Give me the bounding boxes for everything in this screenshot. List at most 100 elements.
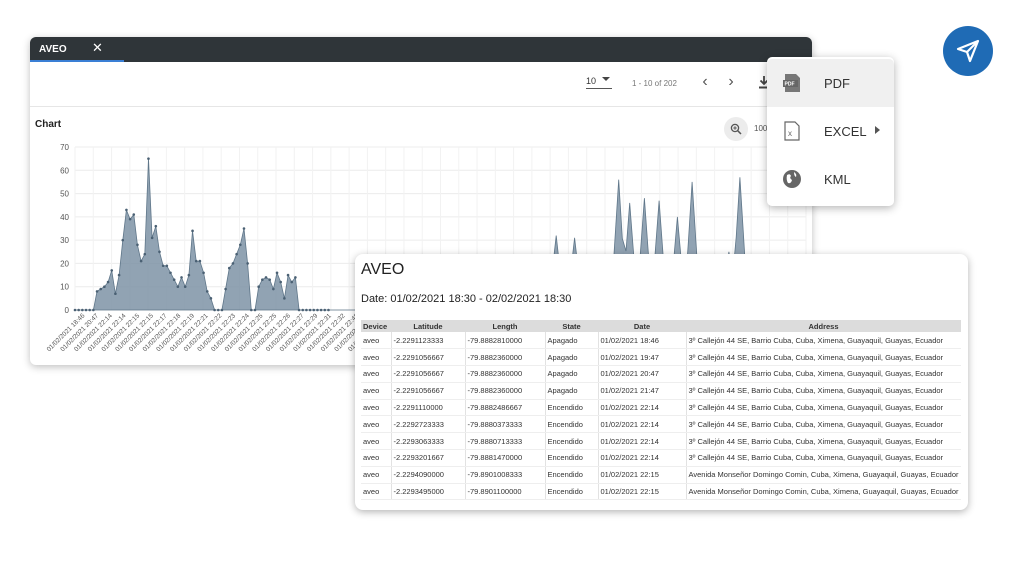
- table-cell: Encendido: [545, 466, 599, 484]
- menu-label-excel: EXCEL: [824, 123, 867, 139]
- table-row: aveo -2.2292723333 -79.8880373333 Encendido…: [361, 415, 961, 434]
- table-header-row: Device Latitude Length State Date Addres…: [361, 320, 961, 332]
- table-cell: 01/02/2021 22:14: [598, 449, 687, 467]
- table-cell: 01/02/2021 22:14: [598, 415, 687, 434]
- data-point: [88, 308, 91, 312]
- data-point: [323, 308, 327, 312]
- data-point: [279, 280, 283, 284]
- table-cell: -79.8882360000: [465, 348, 546, 367]
- table-cell: -2.2293063333: [391, 432, 466, 451]
- table-cell: 3º Callejón 44 SE, Barrio Cuba, Cuba, Xi…: [686, 365, 961, 383]
- data-point: [301, 308, 305, 312]
- data-point: [239, 243, 242, 247]
- zoom-in-icon: [730, 123, 742, 135]
- table-cell: 01/02/2021 22:15: [598, 466, 687, 484]
- globe-icon: [783, 170, 801, 188]
- table-cell: Encendido: [545, 432, 599, 451]
- svg-text:PDF: PDF: [785, 82, 795, 88]
- table-cell: -79.8881470000: [465, 449, 546, 467]
- y-tick-label: 60: [60, 166, 69, 175]
- data-point: [220, 308, 224, 312]
- data-point: [194, 259, 198, 263]
- table-cell: -2.2294090000: [391, 466, 466, 484]
- tab-label: AVEO: [39, 44, 67, 55]
- page-range-label: 1 - 10 of 202: [632, 79, 677, 88]
- data-point: [165, 264, 169, 268]
- table-cell: -79.8882810000: [465, 332, 546, 350]
- data-point: [235, 252, 238, 256]
- data-point: [205, 290, 209, 293]
- send-button[interactable]: [943, 26, 993, 76]
- menu-item-pdf[interactable]: PDF PDF: [767, 59, 894, 107]
- table-row: aveo -2.2291056667 -79.8882360000 Apagado 01…: [361, 365, 961, 383]
- table-cell: aveo: [361, 348, 392, 367]
- table-row: aveo -2.2294090000 -79.8901008333 Encendido…: [361, 466, 961, 484]
- data-point: [216, 308, 220, 312]
- tab-aveo[interactable]: AVEO ✕: [30, 37, 124, 62]
- pagination-toolbar: 10 1 - 10 of 202 ‹ ›: [30, 62, 812, 107]
- table-cell: 3º Callejón 44 SE, Barrio Cuba, Cuba, Xi…: [686, 332, 961, 350]
- data-point: [231, 262, 235, 265]
- menu-item-excel[interactable]: x EXCEL: [767, 107, 894, 155]
- data-point: [224, 287, 227, 291]
- data-point: [253, 308, 257, 312]
- data-point: [187, 273, 191, 277]
- svg-text:x: x: [788, 129, 792, 138]
- table-cell: 01/02/2021 21:47: [598, 382, 687, 400]
- data-point: [246, 262, 249, 265]
- previous-page-button[interactable]: ‹: [696, 73, 714, 91]
- pdf-file-icon: PDF: [783, 74, 800, 92]
- data-point: [198, 259, 202, 263]
- data-point: [114, 292, 117, 295]
- menu-label-pdf: PDF: [824, 75, 850, 91]
- report-title: AVEO: [361, 261, 405, 278]
- table-cell: -2.2293201667: [391, 449, 466, 467]
- table-cell: -2.2291056667: [391, 365, 466, 383]
- data-point: [176, 285, 180, 289]
- submenu-arrow-icon: [875, 126, 880, 134]
- next-page-button[interactable]: ›: [722, 73, 740, 91]
- table-cell: -2.2293495000: [391, 483, 466, 501]
- table-cell: 01/02/2021 19:47: [598, 348, 687, 367]
- table-cell: -79.8882360000: [465, 382, 546, 400]
- table-cell: -79.8901008333: [465, 466, 546, 484]
- data-point: [261, 278, 264, 282]
- data-point: [172, 278, 176, 282]
- data-point: [125, 208, 128, 212]
- table-cell: Avenida Monseñor Domingo Comin, Cuba, Xi…: [686, 483, 961, 501]
- table-cell: 01/02/2021 18:46: [598, 332, 687, 350]
- data-point: [264, 276, 268, 279]
- data-point: [158, 250, 161, 254]
- y-tick-label: 40: [60, 213, 69, 222]
- table-cell: 01/02/2021 22:14: [598, 432, 687, 451]
- chevron-down-icon[interactable]: [602, 77, 610, 81]
- data-point: [308, 308, 312, 312]
- data-point: [275, 271, 279, 275]
- table-cell: Apagado: [545, 382, 599, 400]
- close-icon[interactable]: ✕: [92, 40, 103, 56]
- data-point: [128, 217, 132, 221]
- data-point: [227, 266, 231, 270]
- data-point: [297, 308, 301, 312]
- data-point: [312, 308, 316, 312]
- y-tick-label: 30: [60, 236, 69, 245]
- data-point: [117, 273, 121, 277]
- table-cell: aveo: [361, 332, 392, 350]
- data-point: [286, 273, 290, 277]
- chart-title: Chart: [35, 119, 62, 130]
- data-point: [147, 157, 150, 160]
- data-point: [316, 308, 319, 312]
- data-point: [99, 287, 103, 291]
- table-cell: aveo: [361, 365, 392, 383]
- table-cell: 3º Callejón 44 SE, Barrio Cuba, Cuba, Xi…: [686, 348, 961, 367]
- menu-item-kml[interactable]: KML: [767, 155, 894, 203]
- table-cell: -2.2291056667: [391, 348, 466, 367]
- table-row: aveo -2.2291110000 -79.8882486667 Encendido…: [361, 399, 961, 417]
- table-cell: 01/02/2021 22:15: [598, 483, 687, 501]
- table-cell: Encendido: [545, 399, 599, 417]
- table-cell: aveo: [361, 449, 392, 467]
- export-menu: PDF PDF x EXCEL KML: [767, 57, 894, 206]
- table-cell: -79.8882360000: [465, 365, 546, 383]
- data-point: [150, 236, 154, 240]
- report-preview: AVEO Date: 01/02/2021 18:30 - 02/02/2021…: [355, 254, 968, 510]
